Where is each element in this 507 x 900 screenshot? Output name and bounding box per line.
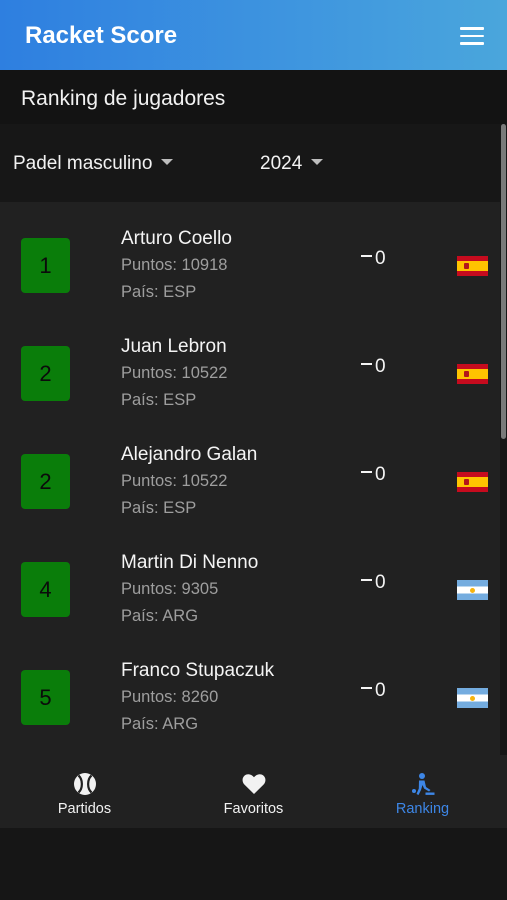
nav-label: Favoritos	[223, 801, 284, 817]
player-name: Arturo Coello	[121, 228, 232, 249]
position-change: 0	[361, 572, 386, 594]
menu-icon[interactable]	[460, 27, 484, 45]
nav-item-partidos[interactable]: Partidos	[0, 755, 169, 828]
position-change: 0	[361, 464, 386, 486]
player-name: Franco Stupaczuk	[121, 660, 275, 681]
nav-label: Partidos	[57, 801, 112, 817]
category-dropdown-value: Padel masculino	[13, 153, 153, 174]
position-change-value: 0	[375, 248, 386, 269]
position-badge: 2	[21, 454, 70, 509]
position-badge: 1	[21, 238, 70, 293]
screen-bottom-area	[0, 828, 507, 900]
spain-flag-icon	[457, 256, 488, 276]
spain-flag-icon	[457, 472, 488, 492]
position-change: 0	[361, 356, 386, 378]
argentina-flag-icon	[457, 580, 488, 600]
app-title: Racket Score	[25, 22, 178, 49]
nav-item-favoritos[interactable]: Favoritos	[169, 755, 338, 828]
player-country: País: ESP	[121, 391, 197, 409]
position-change: 0	[361, 680, 386, 702]
player-row[interactable]: 2 Alejandro Galan Puntos: 10522 País: ES…	[0, 418, 500, 526]
section-header: Ranking de jugadores	[0, 70, 507, 124]
player-points: Puntos: 10522	[121, 364, 228, 382]
position-change-value: 0	[375, 572, 386, 593]
player-country: País: ESP	[121, 499, 197, 517]
app-bar: Racket Score	[0, 0, 507, 70]
page-title: Ranking de jugadores	[21, 87, 226, 110]
year-dropdown[interactable]: 2024	[260, 153, 324, 175]
chevron-down-icon	[161, 159, 174, 165]
player-row[interactable]: 1 Arturo Coello Puntos: 10918 País: ESP …	[0, 202, 500, 310]
nav-label: Ranking	[395, 801, 450, 817]
player-points: Puntos: 8260	[121, 688, 219, 706]
position-change-value: 0	[375, 680, 386, 701]
player-row[interactable]: 5 Franco Stupaczuk Puntos: 8260 País: AR…	[0, 634, 500, 742]
position-change-value: 0	[375, 356, 386, 377]
player-country: País: ARG	[121, 715, 199, 733]
player-name: Juan Lebron	[121, 336, 227, 357]
player-country: País: ARG	[121, 607, 199, 625]
nav-item-ranking[interactable]: Ranking	[338, 755, 507, 828]
player-ranking-icon	[412, 773, 435, 795]
position-badge: 5	[21, 670, 70, 725]
player-name: Alejandro Galan	[121, 444, 258, 465]
position-change: 0	[361, 248, 386, 270]
player-points: Puntos: 9305	[121, 580, 219, 598]
tennis-ball-icon	[74, 773, 96, 795]
heart-icon	[242, 774, 266, 794]
category-dropdown[interactable]: Padel masculino	[13, 153, 174, 175]
list-scrollbar[interactable]	[501, 124, 506, 439]
position-change-value: 0	[375, 464, 386, 485]
filters-bar: Padel masculino 2024	[0, 124, 500, 202]
position-badge: 2	[21, 346, 70, 401]
chevron-down-icon	[311, 159, 324, 165]
position-badge: 4	[21, 562, 70, 617]
argentina-flag-icon	[457, 688, 488, 708]
bottom-navigation: Partidos Favoritos Ranking	[0, 755, 507, 828]
player-points: Puntos: 10522	[121, 472, 228, 490]
ranking-list[interactable]: 1 Arturo Coello Puntos: 10918 País: ESP …	[0, 202, 500, 755]
player-name: Martin Di Nenno	[121, 552, 259, 573]
player-row[interactable]: 2 Juan Lebron Puntos: 10522 País: ESP 0	[0, 310, 500, 418]
player-row[interactable]: 4 Martin Di Nenno Puntos: 9305 País: ARG…	[0, 526, 500, 634]
player-country: País: ESP	[121, 283, 197, 301]
year-dropdown-value: 2024	[260, 153, 303, 174]
spain-flag-icon	[457, 364, 488, 384]
player-points: Puntos: 10918	[121, 256, 228, 274]
